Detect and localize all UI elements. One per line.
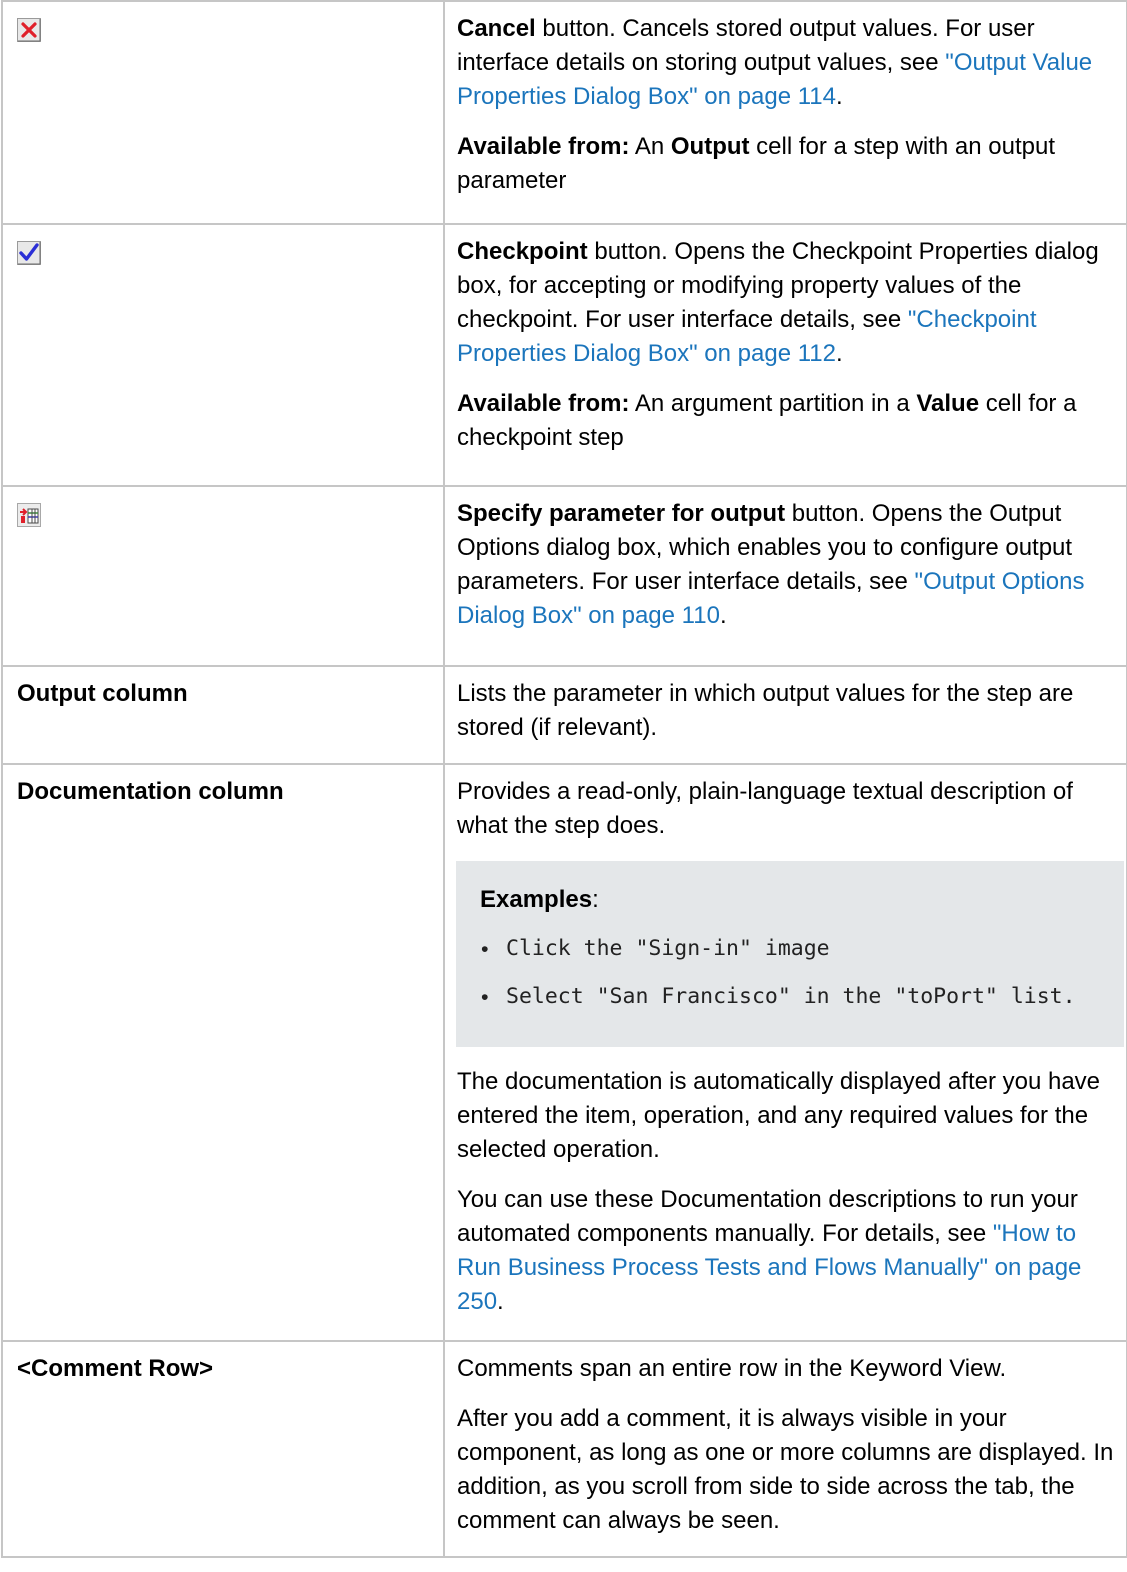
checkpoint-description: Checkpoint button. Opens the Checkpoint … (457, 238, 1099, 367)
table-row: Cancel button. Cancels stored output val… (1, 0, 1127, 225)
table-row: Specify parameter for output button. Ope… (1, 485, 1127, 667)
specify-parameter-description: Specify parameter for output button. Ope… (457, 500, 1085, 629)
examples-box: Examples: Click the "Sign-in" image Sele… (456, 861, 1124, 1047)
term-cell: <Comment Row> (1, 1340, 445, 1558)
cancel-x-icon (17, 18, 41, 42)
available-from: Available from: An Output cell for a ste… (457, 133, 1056, 194)
description-cell: Provides a read-only, plain-language tex… (443, 763, 1127, 1342)
term-label: Output column (17, 680, 188, 707)
table-row: <Comment Row> Comments span an entire ro… (1, 1340, 1127, 1558)
documentation-display-note: The documentation is automatically displ… (457, 1068, 1101, 1163)
parameter-output-icon (17, 503, 41, 527)
cancel-description: Cancel button. Cancels stored output val… (457, 15, 1093, 110)
term-cell: Documentation column (1, 763, 445, 1342)
comment-row-visibility: After you add a comment, it is always vi… (457, 1405, 1114, 1534)
term-cell (1, 223, 445, 487)
documentation-intro: Provides a read-only, plain-language tex… (457, 778, 1073, 839)
button-name: Cancel (457, 15, 536, 42)
button-name: Checkpoint (457, 238, 588, 265)
examples-heading: Examples: (480, 886, 599, 913)
button-name: Specify parameter for output (457, 500, 786, 527)
documentation-manual-run: You can use these Documentation descript… (457, 1186, 1082, 1315)
term-cell: Output column (1, 665, 445, 765)
description-cell: Specify parameter for output button. Ope… (443, 485, 1127, 667)
description-cell: Cancel button. Cancels stored output val… (443, 0, 1127, 225)
table-row: Checkpoint button. Opens the Checkpoint … (1, 223, 1127, 487)
term-cell (1, 0, 445, 225)
examples-list: Click the "Sign-in" image Select "San Fr… (480, 933, 1124, 1013)
checkpoint-check-icon (17, 241, 41, 265)
ui-reference-table: Cancel button. Cancels stored output val… (1, 0, 1127, 1558)
description-cell: Checkpoint button. Opens the Checkpoint … (443, 223, 1127, 487)
list-item: Click the "Sign-in" image (481, 933, 1124, 965)
description-cell: Lists the parameter in which output valu… (443, 665, 1127, 765)
term-cell (1, 485, 445, 667)
comment-row-description: Comments span an entire row in the Keywo… (457, 1355, 1007, 1382)
available-from: Available from: An argument partition in… (457, 390, 1077, 451)
description-cell: Comments span an entire row in the Keywo… (443, 1340, 1127, 1558)
table-row: Documentation column Provides a read-onl… (1, 763, 1127, 1342)
term-label: <Comment Row> (17, 1355, 214, 1382)
term-label: Documentation column (17, 778, 284, 805)
list-item: Select "San Francisco" in the "toPort" l… (481, 981, 1124, 1013)
table-row: Output column Lists the parameter in whi… (1, 665, 1127, 765)
output-column-description: Lists the parameter in which output valu… (457, 680, 1074, 741)
